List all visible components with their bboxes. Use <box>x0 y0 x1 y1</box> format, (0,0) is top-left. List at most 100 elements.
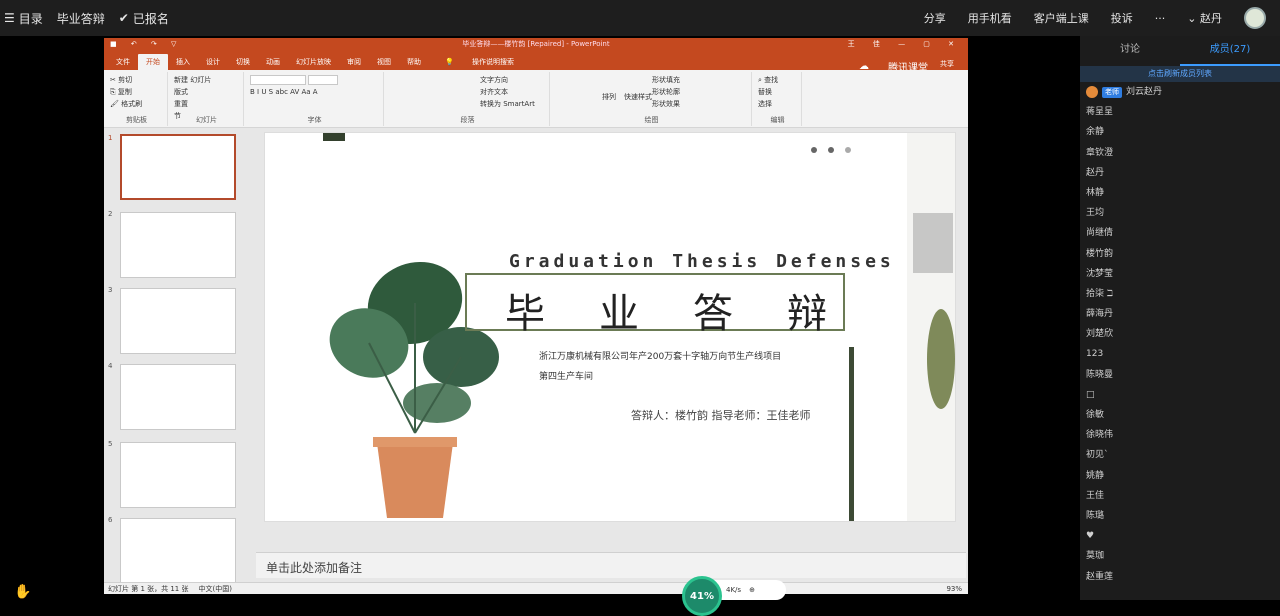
list-item[interactable]: 陈璐 <box>1086 506 1280 526</box>
refresh-members-link[interactable]: 点击刷新成员列表 <box>1080 66 1280 82</box>
slide-thumbnail-5[interactable] <box>120 442 236 508</box>
complain-button[interactable]: 投诉 <box>1111 10 1133 26</box>
list-item[interactable]: 123 <box>1086 344 1280 364</box>
copy-button[interactable]: ⎘ 复制 <box>110 86 163 98</box>
add-icon[interactable]: ⊕ <box>749 586 755 594</box>
tab-view[interactable]: 视图 <box>369 54 399 70</box>
list-item[interactable]: 楼竹韵 <box>1086 244 1280 264</box>
list-item[interactable]: 薛海丹 <box>1086 304 1280 324</box>
list-item[interactable]: 刘楚欣 <box>1086 324 1280 344</box>
tab-review[interactable]: 审阅 <box>339 54 369 70</box>
list-item[interactable]: 赵重莲 <box>1086 567 1280 587</box>
align-text-button[interactable]: 对齐文本 <box>480 86 545 98</box>
tab-design[interactable]: 设计 <box>198 54 228 70</box>
list-item[interactable]: 王佳 <box>1086 486 1280 506</box>
window-controls[interactable]: 王 佳 — ▢ ✕ <box>848 39 962 49</box>
format-painter-button[interactable]: 🖌 格式刷 <box>110 98 163 110</box>
cpu-gauge[interactable]: 41% <box>682 576 722 616</box>
teacher-badge: 老师 <box>1102 86 1122 98</box>
more-button[interactable]: ··· <box>1155 12 1166 25</box>
layout-button[interactable]: 版式 <box>174 86 239 98</box>
list-item[interactable]: 赵丹 <box>1086 163 1280 183</box>
tab-animations[interactable]: 动画 <box>258 54 288 70</box>
list-item[interactable]: 徐敏 <box>1086 405 1280 425</box>
list-item[interactable]: 莫珈 <box>1086 546 1280 566</box>
text-direction-button[interactable]: 文字方向 <box>480 74 545 86</box>
slide-thumbnail-1[interactable] <box>120 134 236 200</box>
tab-tell-me[interactable]: 💡 操作说明搜索 <box>429 54 530 70</box>
list-item[interactable]: 拾柒 ℶ <box>1086 284 1280 304</box>
catalog-button[interactable]: ☰ 目录 <box>4 10 43 27</box>
tab-slideshow[interactable]: 幻灯片放映 <box>288 54 339 70</box>
list-item[interactable]: □ <box>1086 385 1280 405</box>
list-item[interactable]: 章钦澄 <box>1086 143 1280 163</box>
slide-thumbnail-6[interactable] <box>120 518 236 584</box>
raise-hand-icon[interactable]: ✋ <box>14 584 31 602</box>
registered-status[interactable]: ✔ 已报名 <box>119 10 169 27</box>
ribbon-group-slides: 新建 幻灯片 版式 重置 节 幻灯片 <box>170 72 244 126</box>
slide-thumbnail-pane: 1 2 3 4 5 6 <box>104 128 244 584</box>
font-size-select[interactable] <box>308 75 339 85</box>
reset-button[interactable]: 重置 <box>174 98 239 110</box>
list-item[interactable]: 蒋呈呈 <box>1086 102 1280 122</box>
tab-file[interactable]: 文件 <box>108 54 138 70</box>
screen-share-stage: ■ ↶ ↷ ▽ 毕业答辩——楼竹韵 [Repaired] - PowerPoin… <box>0 36 1080 616</box>
slide-thumbnail-2[interactable] <box>120 212 236 278</box>
language-indicator[interactable]: 中文(中国) <box>199 584 232 594</box>
arrange-button[interactable]: 排列 <box>602 92 616 102</box>
slide-thumbnail-4[interactable] <box>120 364 236 430</box>
client-class-button[interactable]: 客户端上课 <box>1034 10 1089 26</box>
user-menu[interactable]: ⌄ 赵丹 <box>1187 10 1222 26</box>
font-format-buttons[interactable]: B I U S abc AV Aa A <box>250 86 379 98</box>
convert-smartart-button[interactable]: 转换为 SmartArt <box>480 98 545 110</box>
share-button[interactable]: 分享 <box>924 10 946 26</box>
tab-help[interactable]: 帮助 <box>399 54 429 70</box>
tab-insert[interactable]: 插入 <box>168 54 198 70</box>
chevron-down-icon: ⌄ <box>1187 12 1200 25</box>
cut-button[interactable]: ✂ 剪切 <box>110 74 163 86</box>
list-item[interactable]: 王均 <box>1086 203 1280 223</box>
list-item[interactable]: 徐晓伟 <box>1086 425 1280 445</box>
find-button[interactable]: ⌕ 查找 <box>758 74 797 86</box>
slide-english-title: Graduation Thesis Defenses <box>509 251 895 272</box>
network-speed: 4K/s <box>726 586 742 594</box>
tab-transitions[interactable]: 切换 <box>228 54 258 70</box>
list-item[interactable]: 余静 <box>1086 122 1280 142</box>
ppt-ribbon: ✂ 剪切 ⎘ 复制 🖌 格式刷 剪贴板 新建 幻灯片 版式 重置 节 幻灯片 B… <box>104 70 968 128</box>
quick-styles-button[interactable]: 快速样式 <box>624 92 652 102</box>
slide-thumbnail-3[interactable] <box>120 288 236 354</box>
slide-canvas[interactable]: Graduation Thesis Defenses 毕业答辩 浙江万康机械有限… <box>264 132 956 522</box>
powerpoint-window: ■ ↶ ↷ ▽ 毕业答辩——楼竹韵 [Repaired] - PowerPoin… <box>104 38 968 594</box>
list-item[interactable]: 老师 刘云赵丹 <box>1086 82 1280 102</box>
list-item[interactable]: 林静 <box>1086 183 1280 203</box>
tab-members[interactable]: 成员(27) <box>1180 36 1280 66</box>
replace-button[interactable]: 替换 <box>758 86 797 98</box>
select-button[interactable]: 选择 <box>758 98 797 110</box>
list-item[interactable]: 沈梦莹 <box>1086 264 1280 284</box>
thumb-number: 4 <box>108 362 113 370</box>
ppt-status-bar: 幻灯片 第 1 张，共 11 张 中文(中国) 93% <box>104 582 968 594</box>
font-name-select[interactable] <box>250 75 306 85</box>
slide-vertical-bar <box>849 347 854 521</box>
scissors-icon: ✂ <box>110 76 119 84</box>
zoom-level[interactable]: 93% <box>946 585 968 593</box>
tab-discuss[interactable]: 讨论 <box>1080 36 1180 66</box>
quick-access-toolbar[interactable]: ■ ↶ ↷ ▽ <box>110 40 182 48</box>
list-item[interactable]: 尚继倩 <box>1086 223 1280 243</box>
tab-home[interactable]: 开始 <box>138 54 168 70</box>
avatar[interactable] <box>1244 7 1266 29</box>
shape-fill-button[interactable]: 形状填充 <box>652 74 747 86</box>
list-item[interactable]: 初见` <box>1086 445 1280 465</box>
ppt-window-title: 毕业答辩——楼竹韵 [Repaired] - PowerPoint <box>462 40 610 48</box>
notes-pane[interactable]: 单击此处添加备注 <box>256 552 966 578</box>
list-item[interactable]: ♥ <box>1086 526 1280 546</box>
copy-icon: ⎘ <box>110 88 118 96</box>
list-item[interactable]: 姚静 <box>1086 466 1280 486</box>
new-slide-button[interactable]: 新建 幻灯片 <box>174 74 239 86</box>
check-icon: ✔ <box>118 11 129 25</box>
phone-view-button[interactable]: 用手机看 <box>968 10 1012 26</box>
shape-outline-button[interactable]: 形状轮廓 <box>652 86 747 98</box>
list-item[interactable]: 陈晓曼 <box>1086 365 1280 385</box>
thumb-number: 1 <box>108 134 113 142</box>
shape-effects-button[interactable]: 形状效果 <box>652 98 747 110</box>
